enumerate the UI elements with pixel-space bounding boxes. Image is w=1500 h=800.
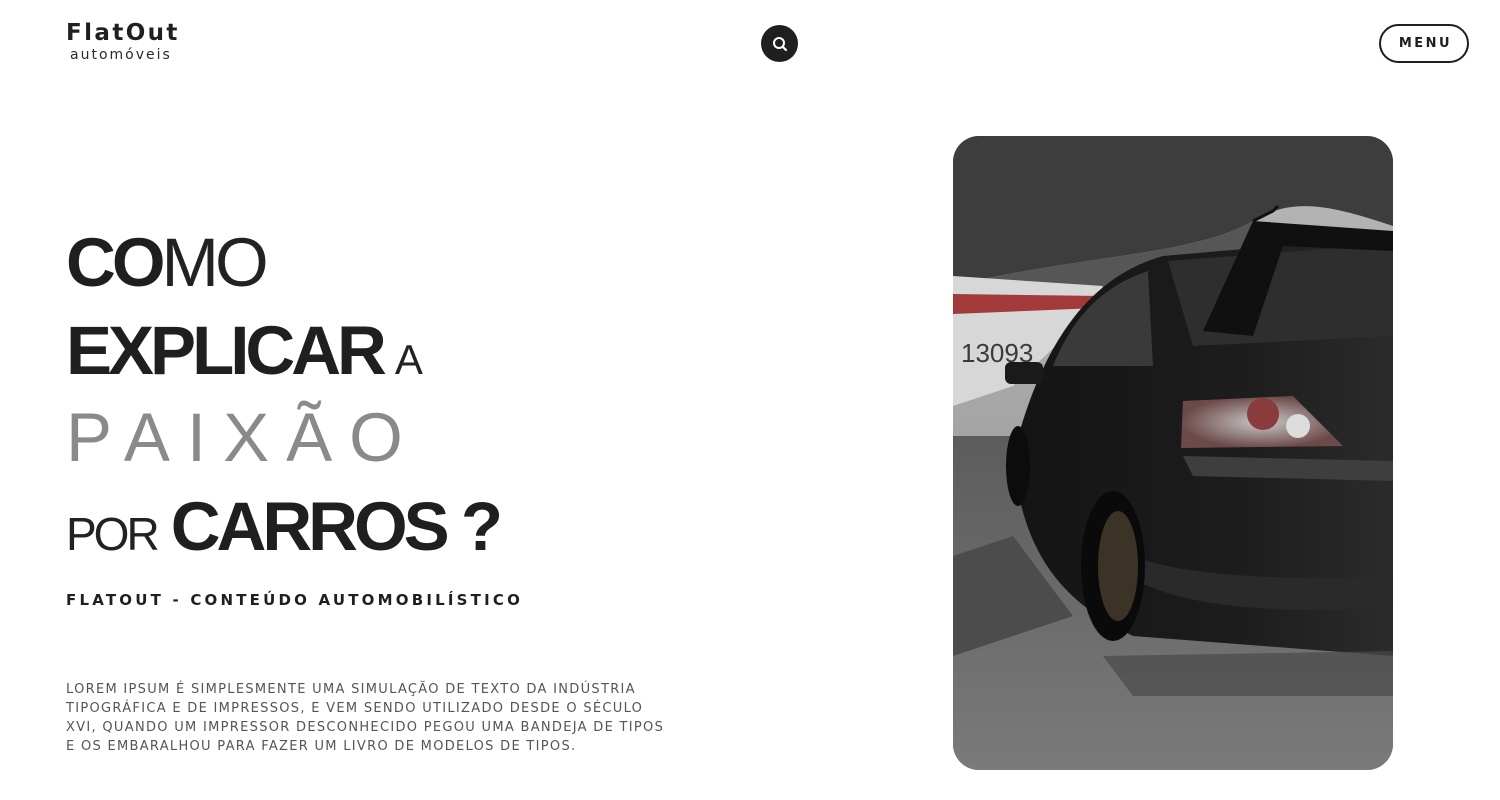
headline-line1-bold: CO [66, 224, 165, 301]
search-icon [772, 36, 787, 51]
hero-body-text: LOREM IPSUM É SIMPLESMENTE UMA SIMULAÇÃO… [66, 680, 726, 756]
headline-line-4: POR CARROS ? [66, 492, 503, 561]
brand-logo[interactable]: FlatOut automóveis [66, 20, 180, 64]
headline-line1-regular: MO [161, 224, 269, 301]
headline-line2-bold: EXPLICAR [66, 312, 387, 389]
hero-car-photo: 13093 [953, 136, 1393, 770]
brand-name: FlatOut [66, 20, 180, 46]
hero-subtitle: FLATOUT - CONTEÚDO AUTOMOBILÍSTICO [66, 591, 524, 609]
headline-line4-bold: CARROS ? [170, 488, 503, 565]
body-line: TIPOGRÁFICA E DE IMPRESSOS, E VEM SENDO … [66, 701, 644, 716]
headline-line-2: EXPLICAR A [66, 316, 423, 385]
headline-line-1: COMO [66, 228, 269, 297]
landing-page: FlatOut automóveis MENU COMO EXPLICAR A P… [0, 0, 1500, 800]
body-line: LOREM IPSUM É SIMPLESMENTE UMA SIMULAÇÃO… [66, 682, 636, 697]
body-line: E OS EMBARALHOU PARA FAZER UM LIVRO DE M… [66, 739, 577, 754]
headline-line-3: PAIXÃO [66, 399, 420, 476]
brand-tagline: automóveis [70, 47, 172, 63]
headline-line2-small: A [394, 336, 423, 383]
car-photo-illustration: 13093 [953, 136, 1393, 770]
body-line: XVI, QUANDO UM IMPRESSOR DESCONHECIDO PE… [66, 720, 665, 735]
menu-button[interactable]: MENU [1379, 24, 1469, 63]
headline-line4-small: POR [66, 508, 160, 560]
search-button[interactable] [761, 25, 798, 62]
